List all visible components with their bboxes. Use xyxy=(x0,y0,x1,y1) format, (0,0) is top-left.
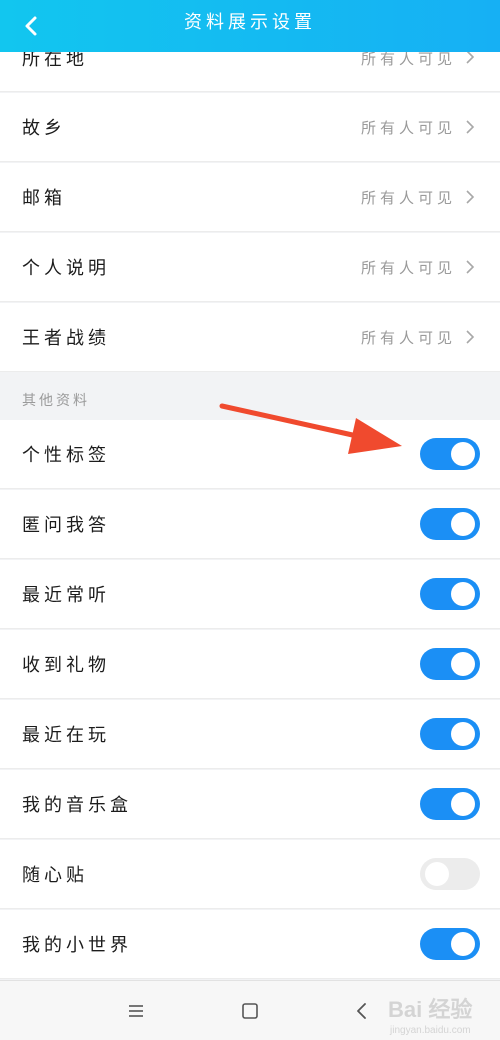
menu-icon[interactable] xyxy=(124,999,148,1023)
row-label: 最近在玩 xyxy=(22,725,110,746)
row-email[interactable]: 邮箱 所有人可见 xyxy=(0,163,500,232)
toggle-switch[interactable] xyxy=(420,858,480,890)
nav-back-icon[interactable] xyxy=(350,999,374,1023)
toggle-knob xyxy=(451,932,475,956)
row-label: 匿问我答 xyxy=(22,515,110,536)
row-label: 邮箱 xyxy=(22,188,66,209)
toggle-knob xyxy=(451,512,475,536)
row-label: 最近常听 xyxy=(22,585,110,606)
toggle-knob xyxy=(451,652,475,676)
toggle-switch[interactable] xyxy=(420,788,480,820)
row-personal-description[interactable]: 个人说明 所有人可见 xyxy=(0,233,500,302)
toggle-switch[interactable] xyxy=(420,928,480,960)
toggle-knob xyxy=(451,792,475,816)
row-anonymous-qa: 匿问我答 xyxy=(0,490,500,559)
annotation-arrow-icon xyxy=(219,403,402,454)
row-visibility-value: 所有人可见 xyxy=(360,328,456,347)
row-visibility-value: 所有人可见 xyxy=(360,118,456,137)
section-title: 其他资料 xyxy=(22,393,90,409)
chevron-right-icon xyxy=(466,260,475,274)
toggle-switch[interactable] xyxy=(420,648,480,680)
row-label: 我的小世界 xyxy=(22,935,132,956)
row-recently-played: 最近在玩 xyxy=(0,700,500,769)
watermark-main: Bai 经验 xyxy=(388,997,473,1022)
toggle-switch[interactable] xyxy=(420,508,480,540)
watermark-logo: Bai 经验 jingyan.baidu.com xyxy=(380,990,490,1036)
toggle-knob xyxy=(451,582,475,606)
row-music-box: 我的音乐盒 xyxy=(0,770,500,839)
row-hometown[interactable]: 故乡 所有人可见 xyxy=(0,93,500,162)
toggle-knob xyxy=(425,862,449,886)
chevron-right-icon xyxy=(466,330,475,344)
row-label: 个性标签 xyxy=(22,445,110,466)
row-label: 我的音乐盒 xyxy=(22,795,132,816)
app-header: 资料展示设置 xyxy=(0,0,500,52)
row-visibility-value: 所有人可见 xyxy=(360,188,456,207)
row-game-record[interactable]: 王者战绩 所有人可见 xyxy=(0,303,500,372)
row-recently-listened: 最近常听 xyxy=(0,560,500,629)
row-label: 故乡 xyxy=(22,118,66,139)
row-sticky-notes: 随心贴 xyxy=(0,840,500,909)
toggle-knob xyxy=(451,442,475,466)
row-label: 王者战绩 xyxy=(22,328,110,349)
row-gifts-received: 收到礼物 xyxy=(0,630,500,699)
screen: 资料展示设置 所在地 所有人可见 故乡 所有人可见 邮箱 所有人可见 个人说明 … xyxy=(0,0,500,1040)
chevron-right-icon xyxy=(466,190,475,204)
page-title: 资料展示设置 xyxy=(184,12,316,33)
watermark-sub: jingyan.baidu.com xyxy=(390,1025,471,1036)
toggle-switch[interactable] xyxy=(420,578,480,610)
chevron-right-icon xyxy=(466,120,475,134)
system-nav-bar: Bai 经验 jingyan.baidu.com xyxy=(0,980,500,1040)
row-label: 随心贴 xyxy=(22,865,88,886)
toggle-switch[interactable] xyxy=(420,718,480,750)
row-label: 个人说明 xyxy=(22,258,110,279)
toggle-knob xyxy=(451,722,475,746)
row-small-world: 我的小世界 xyxy=(0,910,500,979)
row-label: 收到礼物 xyxy=(22,655,110,676)
home-icon[interactable] xyxy=(238,999,262,1023)
row-visibility-value: 所有人可见 xyxy=(360,258,456,277)
toggle-switch[interactable] xyxy=(420,438,480,470)
